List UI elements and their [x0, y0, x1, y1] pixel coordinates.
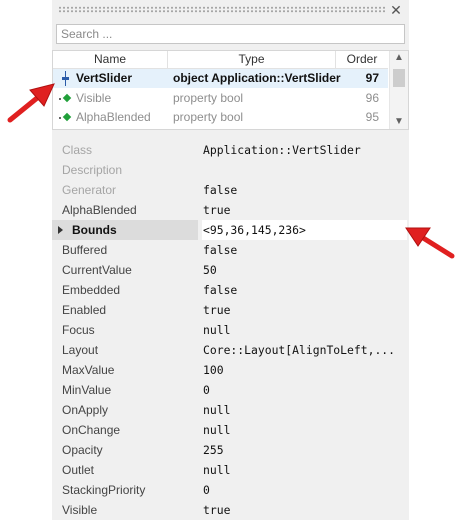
property-label: Visible	[62, 503, 98, 517]
property-row-enabled[interactable]: Enabled true	[52, 300, 409, 320]
property-value: null	[203, 323, 231, 337]
property-label: Layout	[62, 343, 99, 357]
property-row-minvalue[interactable]: MinValue 0	[52, 380, 409, 400]
scroll-down-icon[interactable]: ▼	[390, 115, 408, 129]
property-label: Opacity	[62, 443, 103, 457]
list-item-type: property bool	[173, 110, 244, 124]
close-icon[interactable]: ✕	[389, 2, 403, 18]
property-value: 255	[203, 443, 224, 457]
property-row-maxvalue[interactable]: MaxValue 100	[52, 360, 409, 380]
property-value: false	[203, 243, 238, 257]
property-label: Description	[62, 163, 123, 177]
property-icon	[59, 112, 73, 122]
panel-titlebar[interactable]: ✕	[52, 0, 409, 20]
property-value: false	[203, 183, 238, 197]
property-icon	[59, 93, 73, 103]
property-row-embedded[interactable]: Embedded false	[52, 280, 409, 300]
drag-grip[interactable]	[58, 6, 386, 13]
property-value-editor[interactable]: <95,36,145,236>	[202, 220, 407, 240]
property-row-onchange[interactable]: OnChange null	[52, 420, 409, 440]
property-row-generator[interactable]: Generator false	[52, 180, 409, 200]
object-list: Name Type Order VertSlider object Applic…	[52, 50, 409, 130]
property-value: null	[203, 423, 231, 437]
property-value: 100	[203, 363, 224, 377]
property-label: StackingPriority	[62, 483, 146, 497]
property-label: CurrentValue	[62, 263, 132, 277]
property-row-buffered[interactable]: Buffered false	[52, 240, 409, 260]
property-row-class[interactable]: Class Application::VertSlider	[52, 140, 409, 160]
list-item-name: AlphaBlended	[76, 110, 151, 124]
property-row-opacity[interactable]: Opacity 255	[52, 440, 409, 460]
property-value: 0	[203, 483, 210, 497]
property-label: Enabled	[62, 303, 107, 317]
property-value: 0	[203, 383, 210, 397]
property-label: Class	[62, 143, 93, 157]
property-label: MaxValue	[62, 363, 115, 377]
property-row-stackingpriority[interactable]: StackingPriority 0	[52, 480, 409, 500]
property-value: true	[203, 503, 231, 517]
list-item-name: Visible	[76, 91, 112, 105]
list-item-alphablended[interactable]: AlphaBlended property bool 95	[53, 108, 388, 127]
list-item-name: VertSlider	[76, 71, 133, 85]
column-header-order[interactable]: Order	[336, 51, 388, 68]
property-value: null	[203, 403, 231, 417]
list-item-order: 97	[365, 71, 379, 85]
column-header-type[interactable]: Type	[168, 51, 336, 68]
list-item-order: 95	[365, 110, 379, 124]
property-value: null	[203, 463, 231, 477]
search-input[interactable]	[56, 24, 405, 44]
property-label: OnChange	[62, 423, 121, 437]
scroll-thumb[interactable]	[393, 69, 405, 87]
property-value: true	[203, 203, 231, 217]
property-label: Outlet	[62, 463, 95, 477]
property-grid: Class Application::VertSlider Descriptio…	[52, 140, 409, 520]
annotation-arrow-icon	[405, 227, 455, 259]
property-label: OnApply	[62, 403, 109, 417]
property-row-description[interactable]: Description	[52, 160, 409, 180]
property-value	[202, 160, 407, 180]
list-item-type: object Application::VertSlider	[173, 71, 341, 85]
property-row-alphablended[interactable]: AlphaBlended true	[52, 200, 409, 220]
property-value: 50	[203, 263, 217, 277]
vert-slider-icon	[60, 71, 72, 86]
property-value: Core::Layout[AlignToLeft,...	[203, 343, 396, 357]
property-row-layout[interactable]: Layout Core::Layout[AlignToLeft,...	[52, 340, 409, 360]
column-header-name[interactable]: Name	[53, 51, 168, 68]
list-item-vertslider[interactable]: VertSlider object Application::VertSlide…	[53, 69, 388, 88]
property-value: false	[203, 283, 238, 297]
property-value: Application::VertSlider	[203, 143, 361, 157]
property-row-onapply[interactable]: OnApply null	[52, 400, 409, 420]
property-label: MinValue	[62, 383, 112, 397]
list-item-visible[interactable]: Visible property bool 96	[53, 89, 388, 108]
property-row-focus[interactable]: Focus null	[52, 320, 409, 340]
property-label: AlphaBlended	[62, 203, 137, 217]
list-item-order: 96	[365, 91, 379, 105]
expand-arrow-icon[interactable]	[58, 226, 63, 234]
property-label: Embedded	[62, 283, 121, 297]
property-label: Focus	[62, 323, 95, 337]
property-row-visible[interactable]: Visible true	[52, 500, 409, 520]
property-label: Buffered	[62, 243, 108, 257]
property-value: true	[203, 303, 231, 317]
list-header: Name Type Order	[53, 51, 388, 69]
property-row-bounds[interactable]: Bounds <95,36,145,236>	[52, 220, 409, 240]
inspector-panel: ✕ Name Type Order VertSlider object Appl…	[52, 0, 409, 520]
list-item-type: property bool	[173, 91, 244, 105]
property-label: Generator	[62, 183, 117, 197]
list-scrollbar[interactable]: ▲ ▼	[389, 51, 408, 129]
property-label: Bounds	[72, 223, 117, 237]
scroll-up-icon[interactable]: ▲	[390, 51, 408, 65]
annotation-arrow-icon	[7, 83, 55, 123]
property-row-currentvalue[interactable]: CurrentValue 50	[52, 260, 409, 280]
property-row-outlet[interactable]: Outlet null	[52, 460, 409, 480]
